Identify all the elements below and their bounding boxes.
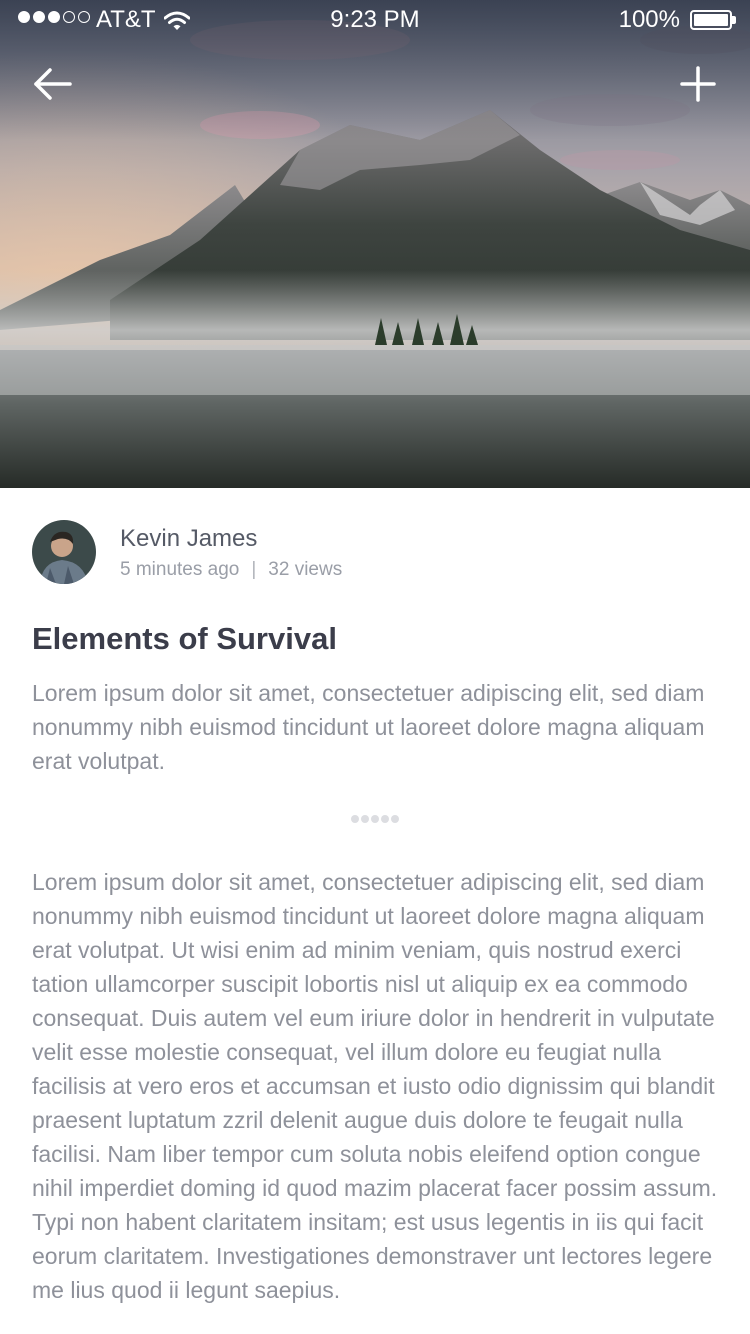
divider-dot [371, 815, 379, 823]
hero-image [0, 0, 750, 488]
article-body: Lorem ipsum dolor sit amet, consectetuer… [32, 869, 718, 1303]
back-button[interactable] [28, 60, 76, 108]
view-count: 32 views [268, 559, 343, 580]
section-divider [0, 815, 750, 823]
arrow-left-icon [34, 68, 72, 100]
article-title: Elements of Survival [32, 621, 337, 656]
post-time: 5 minutes ago [120, 559, 240, 580]
divider-dot [351, 815, 359, 823]
meta-separator: | [251, 559, 257, 580]
plus-icon [680, 66, 716, 102]
divider-dot [381, 815, 389, 823]
author-block: Kevin James 5 minutes ago | 32 views [32, 520, 722, 586]
author-name[interactable]: Kevin James [120, 524, 257, 554]
divider-dot [391, 815, 399, 823]
battery-icon [690, 10, 736, 30]
battery-percentage: 100% [618, 6, 680, 33]
divider-dot [361, 815, 369, 823]
article-intro: Lorem ipsum dolor sit amet, consectetuer… [32, 680, 705, 774]
add-button[interactable] [674, 60, 722, 108]
avatar[interactable] [32, 520, 96, 584]
status-bar: AT&T 9:23 PM 100% [0, 0, 750, 40]
post-meta: 5 minutes ago | 32 views [120, 558, 342, 582]
